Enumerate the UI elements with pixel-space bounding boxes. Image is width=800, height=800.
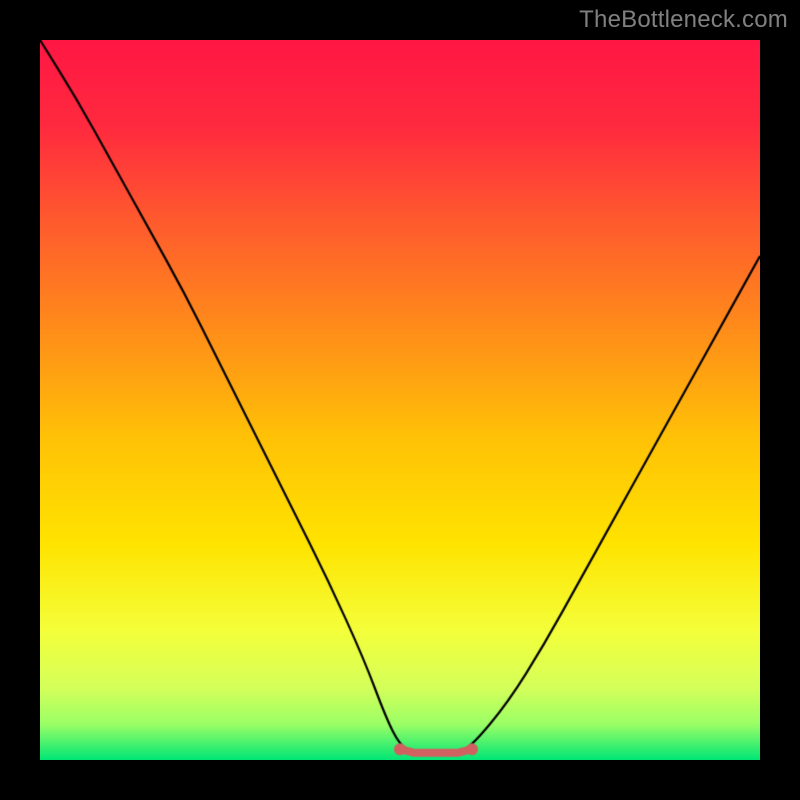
chart-frame: TheBottleneck.com <box>0 0 800 800</box>
bottleneck-curve <box>40 40 760 760</box>
watermark-text: TheBottleneck.com <box>579 6 788 34</box>
plot-area <box>40 40 760 760</box>
